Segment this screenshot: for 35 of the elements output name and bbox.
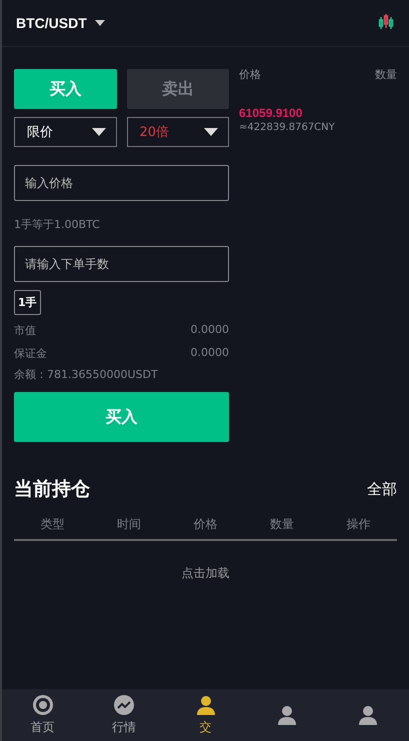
dropdown[interactable]: 限价 bbox=[14, 117, 116, 147]
last-price: 61059.9100 bbox=[239, 106, 304, 120]
user-icon bbox=[194, 694, 217, 716]
column-header: 操作 bbox=[346, 516, 371, 533]
stat-value: 0.0000 bbox=[190, 346, 229, 361]
target-icon bbox=[32, 694, 54, 716]
caret-icon bbox=[92, 128, 106, 136]
all-link[interactable]: 全部 bbox=[367, 480, 397, 498]
lots-input[interactable]: 请输入下单手数 bbox=[14, 246, 229, 282]
dropdown[interactable]: 20倍 bbox=[126, 117, 229, 147]
market-tab[interactable]: 行情 bbox=[83, 689, 165, 741]
price-input[interactable]: 输入价格 bbox=[14, 165, 229, 201]
load-more-link[interactable]: 点击加载 bbox=[182, 566, 230, 580]
pair-title[interactable]: BTC/USDT bbox=[16, 15, 87, 31]
column-header: 类型 bbox=[40, 516, 64, 533]
price-header: 价格 bbox=[239, 67, 261, 82]
stat-value: 0.0000 bbox=[190, 323, 229, 338]
balance-text: 余额：781.36550000USDT bbox=[14, 367, 159, 382]
trade-tab[interactable]: 交 bbox=[164, 689, 246, 741]
user-icon bbox=[357, 704, 380, 726]
section-title: 当前持仓 bbox=[14, 477, 90, 502]
user-icon bbox=[276, 704, 298, 726]
quantity-header: 数量 bbox=[375, 67, 397, 82]
lot-chip[interactable]: 1手 bbox=[14, 290, 41, 315]
caret-icon[interactable] bbox=[94, 20, 105, 26]
column-header: 价格 bbox=[193, 516, 218, 533]
home-tab[interactable]: 首页 bbox=[2, 689, 84, 741]
trend-icon bbox=[113, 694, 136, 716]
caret-icon bbox=[204, 128, 218, 136]
lot-note: 1手等于1.00BTC bbox=[14, 217, 101, 232]
column-header: 数量 bbox=[270, 516, 294, 533]
column-header: 时间 bbox=[116, 516, 141, 533]
stat-label: 市值 bbox=[14, 323, 36, 338]
stat-label: 保证金 bbox=[14, 346, 47, 361]
cny-price: ≈422839.8767CNY bbox=[239, 122, 336, 133]
